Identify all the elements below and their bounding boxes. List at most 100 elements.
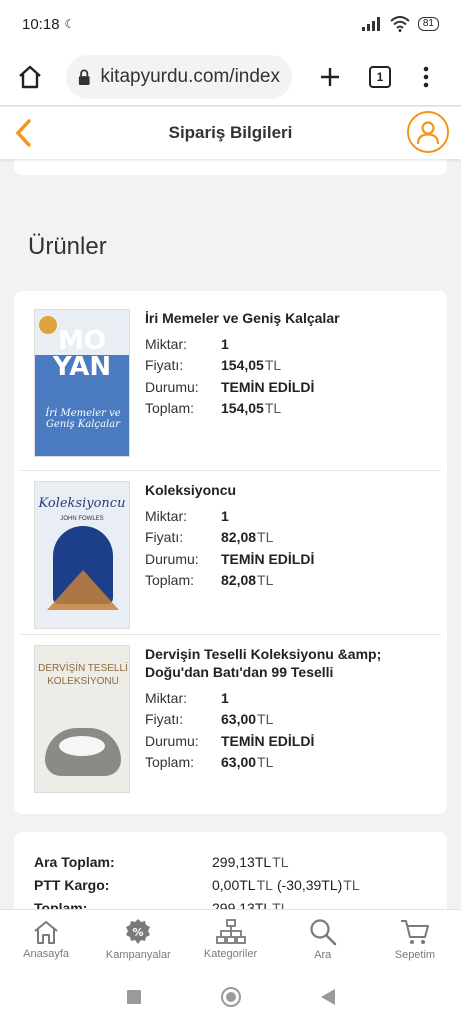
list-item[interactable]: DERVİŞİN TESELLİ KOLEKSİYONU Dervişin Te… [20, 635, 441, 814]
page-title: Sipariş Bilgileri [168, 123, 293, 142]
nav-categories[interactable]: Kategoriler [184, 910, 276, 969]
currency: TL [256, 877, 273, 893]
discount-badge-icon: % [126, 919, 151, 944]
chevron-left-icon [15, 119, 31, 147]
status-bar: 10:18 ☾ 81 [0, 0, 461, 48]
svg-text:%: % [133, 926, 144, 939]
home-system-button[interactable] [220, 986, 241, 1007]
currency: TL [257, 529, 274, 546]
url-field[interactable]: kitapyurdu.com/index [66, 54, 292, 99]
total-label: Toplam: [145, 400, 195, 417]
wifi-icon [390, 16, 410, 32]
more-vert-icon [423, 66, 429, 87]
cover-title: MO YAN [52, 326, 112, 382]
total-value: 154,05 [221, 400, 264, 417]
bottom-nav: Anasayfa % Kampanyalar Kategoriler Ara S… [0, 909, 461, 969]
shipping-row: PTT Kargo: 0,00TL TL (-30,39TL) TL [34, 877, 360, 893]
grand-total-row: Toplam: 299,13TL TL [34, 900, 289, 909]
product-name[interactable]: Koleksiyoncu [145, 481, 435, 499]
currency: TL [272, 854, 289, 870]
product-name[interactable]: Dervişin Teselli Koleksiyonu &amp; Doğu'… [145, 645, 435, 681]
url-text: kitapyurdu.com/index [100, 65, 280, 87]
subtotal-value: 299,13TL [212, 854, 272, 870]
currency: TL [257, 572, 274, 589]
price-value: 63,00 [221, 711, 257, 728]
search-icon [310, 919, 337, 946]
book-cover-image[interactable]: DERVİŞİN TESELLİ KOLEKSİYONU [34, 645, 130, 793]
qty-label: Miktar: [145, 689, 187, 706]
status-value: TEMİN EDİLDİ [221, 550, 315, 567]
cover-title: DERVİŞİN TESELLİ KOLEKSİYONU [38, 663, 128, 687]
list-item[interactable]: MO YAN İri Memeler ve Geniş Kalçalar İri… [20, 291, 441, 471]
nav-home[interactable]: Anasayfa [0, 910, 92, 969]
status-value: TEMİN EDİLDİ [221, 378, 315, 395]
nav-search[interactable]: Ara [277, 910, 369, 969]
products-card: MO YAN İri Memeler ve Geniş Kalçalar İri… [14, 291, 447, 814]
grand-total-value: 299,13TL [212, 900, 272, 909]
cover-title: Koleksiyoncu [38, 496, 126, 511]
plus-icon [321, 67, 339, 86]
totals-card: Ara Toplam: 299,13TL TL PTT Kargo: 0,00T… [14, 832, 447, 909]
nav-home-label: Anasayfa [23, 948, 70, 960]
nav-campaigns[interactable]: % Kampanyalar [92, 910, 184, 969]
grand-total-label: Toplam: [34, 900, 88, 909]
tab-switcher-button[interactable]: 1 [362, 59, 398, 95]
total-label: Toplam: [145, 754, 195, 771]
cover-subtitle: JOHN FOWLES [60, 516, 104, 522]
total-value: 63,00 [221, 754, 257, 771]
status-label: Durumu: [145, 378, 199, 395]
moon-icon: ☾ [64, 17, 76, 31]
product-info: Koleksiyoncu Miktar: 1 Fiyatı: 82,08 TL Dur… [145, 481, 435, 591]
list-item[interactable]: Koleksiyoncu JOHN FOWLES Koleksiyoncu Mi… [20, 471, 441, 635]
nav-search-label: Ara [314, 949, 332, 961]
status-label: Durumu: [145, 550, 199, 567]
profile-button[interactable] [407, 111, 449, 153]
nav-campaigns-label: Kampanyalar [105, 949, 171, 961]
price-label: Fiyatı: [145, 529, 184, 546]
tab-count: 1 [369, 65, 391, 88]
status-label: Durumu: [145, 732, 199, 749]
home-icon [34, 921, 58, 944]
subtotal-row: Ara Toplam: 299,13TL TL [34, 854, 289, 870]
previous-card [14, 159, 447, 175]
total-label: Toplam: [145, 572, 195, 589]
browser-toolbar: kitapyurdu.com/index 1 [0, 48, 461, 106]
hierarchy-icon [215, 919, 246, 944]
home-icon [19, 65, 41, 88]
status-time: 10:18 [22, 15, 60, 33]
currency: TL [343, 877, 360, 893]
currency: TL [264, 357, 282, 374]
price-label: Fiyatı: [145, 711, 184, 728]
recents-button[interactable] [126, 989, 141, 1004]
currency: TL [264, 400, 282, 417]
browser-menu-button[interactable] [408, 59, 444, 95]
book-cover-image[interactable]: MO YAN İri Memeler ve Geniş Kalçalar [34, 309, 130, 457]
currency: TL [272, 900, 289, 909]
product-info: Dervişin Teselli Koleksiyonu &amp; Doğu'… [145, 645, 435, 773]
back-system-button[interactable] [320, 988, 335, 1005]
lock-icon [78, 69, 90, 85]
price-value: 82,08 [221, 529, 257, 546]
product-info: İri Memeler ve Geniş Kalçalar Miktar: 1 F… [145, 309, 435, 419]
price-value: 154,05 [221, 357, 264, 374]
new-tab-button[interactable] [312, 59, 348, 95]
app-header: Sipariş Bilgileri [0, 107, 461, 159]
page-content[interactable]: Ürünler MO YAN İri Memeler ve Geniş Kalç… [0, 159, 461, 909]
signal-icon [361, 17, 380, 31]
product-name[interactable]: İri Memeler ve Geniş Kalçalar [145, 309, 435, 327]
currency: TL [257, 754, 274, 771]
home-button[interactable] [12, 59, 48, 95]
back-button[interactable] [10, 117, 38, 149]
price-label: Fiyatı: [145, 357, 184, 374]
cover-subtitle: İri Memeler ve Geniş Kalçalar [45, 408, 121, 430]
status-value: TEMİN EDİLDİ [221, 732, 315, 749]
qty-value: 1 [221, 507, 229, 524]
qty-value: 1 [221, 689, 229, 706]
qty-label: Miktar: [145, 507, 187, 524]
shipping-label: PTT Kargo: [34, 877, 110, 893]
book-cover-image[interactable]: Koleksiyoncu JOHN FOWLES [34, 481, 130, 629]
qty-label: Miktar: [145, 335, 187, 352]
nav-categories-label: Kategoriler [203, 948, 258, 960]
nav-cart[interactable]: Sepetim [369, 910, 461, 969]
total-value: 82,08 [221, 572, 257, 589]
